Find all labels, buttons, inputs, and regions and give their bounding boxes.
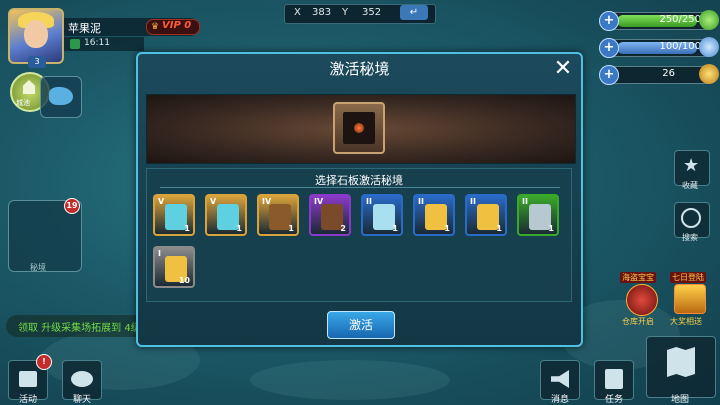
tablet-item[interactable]: II 1	[465, 194, 507, 236]
tablet-tier: I	[158, 249, 161, 258]
city-label: 城池	[16, 99, 30, 107]
map-label: 地图	[670, 395, 689, 405]
gold-bar: + 26	[599, 64, 719, 85]
horn-icon	[551, 370, 569, 388]
add-energy-button[interactable]: +	[599, 11, 619, 31]
task-icon	[605, 369, 623, 389]
map-button[interactable]	[646, 336, 716, 398]
minimap-badge: 19	[64, 198, 80, 214]
tablet-count: 1	[548, 224, 554, 233]
tablet-item[interactable]: II 1	[517, 194, 559, 236]
search-label: 搜索	[682, 233, 698, 242]
favorites-label: 收藏	[682, 181, 698, 190]
chat-label: 聊天	[72, 395, 91, 405]
event-tag-seven-day: 七日登陆	[670, 272, 706, 283]
player-level-badge: 3	[28, 56, 46, 68]
tablet-item[interactable]: II 1	[361, 194, 403, 236]
chat-icon	[71, 371, 93, 387]
tablet-tier: II	[418, 197, 424, 206]
tablet-slot[interactable]	[333, 102, 385, 154]
activity-badge: !	[36, 354, 52, 370]
tablet-tier: II	[366, 197, 372, 206]
activate-button[interactable]: 激活	[327, 311, 395, 339]
goto-coord-button[interactable]: ↵	[400, 5, 428, 20]
tablet-item[interactable]: IV 2	[309, 194, 351, 236]
tablet-count: 1	[184, 224, 190, 233]
clock-time: 16:11	[84, 38, 110, 48]
close-icon[interactable]: ✕	[552, 58, 574, 80]
ember-icon	[354, 123, 364, 133]
tablet-item[interactable]: V1	[205, 194, 247, 236]
tablet-count: 1	[288, 224, 294, 233]
tablet-tier: II	[522, 197, 528, 206]
tablet-item[interactable]: I 10	[153, 246, 195, 288]
gold-coin-icon	[699, 64, 719, 84]
tablet-item[interactable]: IV 1	[257, 194, 299, 236]
event-label-seven-day: 大奖相送	[670, 317, 702, 326]
tasks-label: 任务	[604, 395, 623, 405]
gift-icon	[19, 371, 37, 387]
tablet-item[interactable]: V1	[153, 194, 195, 236]
tablet-tier: II	[470, 197, 476, 206]
divider	[160, 187, 560, 188]
castle-icon	[23, 80, 35, 94]
quest-text: 领取 升级采集场拓展到 4级	[18, 323, 141, 334]
tablet-item[interactable]: II 1	[413, 194, 455, 236]
compass-icon	[681, 208, 701, 228]
energy-bar: + 250/250	[599, 10, 719, 31]
tablet-tier: V	[210, 197, 217, 206]
dialog-title: 激活秘境	[329, 60, 390, 78]
tablet-tier: V	[158, 197, 165, 206]
gold-value: 26	[662, 68, 675, 79]
battery-icon	[70, 39, 80, 49]
tablet-count: 1	[444, 224, 450, 233]
stamina-value: 100/100	[659, 41, 701, 52]
minimap-label: 秘境	[30, 263, 46, 272]
treasure-chest-icon[interactable]	[674, 284, 706, 314]
cloud-icon	[49, 87, 73, 105]
select-tablet-title: 选择石板激活秘境	[315, 174, 403, 187]
add-stamina-button[interactable]: +	[599, 38, 619, 58]
tablet-tier: IV	[314, 197, 324, 206]
world-button[interactable]	[40, 76, 82, 118]
coord-x-label: X	[294, 7, 301, 18]
event-tag-pirate: 海盗宝宝	[620, 272, 656, 283]
add-gold-button[interactable]: +	[599, 65, 619, 85]
map-icon	[667, 347, 695, 377]
player-name: 苹果泥	[68, 22, 101, 35]
messages-label: 消息	[550, 395, 569, 405]
tablet-tier: IV	[262, 197, 272, 206]
water-drop-icon	[699, 37, 719, 57]
stamina-bar: + 100/100	[599, 37, 719, 58]
tablet-count: 10	[178, 276, 190, 285]
vip-label: VIP 0	[162, 20, 192, 31]
energy-value: 250/250	[659, 14, 701, 25]
energy-icon	[699, 10, 719, 30]
tablet-count: 2	[340, 224, 346, 233]
tablet-slot-inner	[343, 112, 375, 144]
coord-x-value[interactable]: 383	[312, 7, 331, 18]
star-icon: ★	[683, 155, 700, 176]
tablet-count: 1	[236, 224, 242, 233]
vip-crown-icon: ♛	[151, 22, 160, 32]
tablet-count: 1	[392, 224, 398, 233]
coord-y-value[interactable]: 352	[362, 7, 381, 18]
event-label-pirate: 仓库开启	[622, 317, 654, 326]
activity-label: 活动	[18, 395, 37, 405]
pirate-skull-icon[interactable]	[626, 284, 658, 316]
avatar-face	[24, 20, 48, 48]
tablet-count: 1	[496, 224, 502, 233]
coord-y-label: Y	[342, 7, 349, 18]
